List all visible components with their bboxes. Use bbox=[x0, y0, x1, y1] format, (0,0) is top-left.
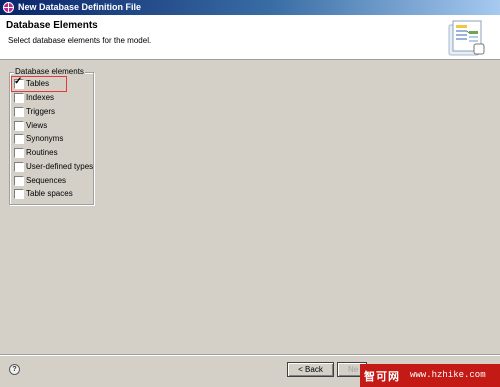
checkbox[interactable]: ✓ bbox=[14, 93, 24, 103]
app-icon bbox=[3, 2, 14, 13]
watermark-banner: 智可网 www.hzhike.com bbox=[360, 364, 500, 387]
checkbox[interactable]: ✓ bbox=[14, 176, 24, 186]
checkbox-item-sequences[interactable]: ✓ Sequences bbox=[13, 175, 91, 187]
checkbox-item-routines[interactable]: ✓ Routines bbox=[13, 147, 91, 159]
checkbox[interactable]: ✓ bbox=[14, 121, 24, 131]
checkbox-label: Triggers bbox=[26, 107, 56, 116]
checkbox[interactable]: ✓ bbox=[14, 107, 24, 117]
checkbox[interactable]: ✓ bbox=[14, 148, 24, 158]
checkbox-label: Synonyms bbox=[26, 134, 64, 143]
checkbox-label: Table spaces bbox=[26, 189, 73, 198]
checkbox[interactable]: ✓ bbox=[14, 162, 24, 172]
back-button[interactable]: < Back bbox=[287, 362, 334, 377]
highlight-annotation bbox=[11, 76, 67, 92]
checkbox[interactable]: ✓ bbox=[14, 134, 24, 144]
wizard-header: Database Elements Select database elemen… bbox=[0, 15, 500, 60]
checkbox-label: Indexes bbox=[26, 93, 55, 102]
checkbox-label: Routines bbox=[26, 148, 58, 157]
watermark-text: 智可网 bbox=[364, 371, 400, 383]
page-description: Select database elements for the model. bbox=[8, 36, 152, 45]
window-titlebar[interactable]: New Database Definition File bbox=[0, 0, 500, 15]
checkbox-item-user-defined-types[interactable]: ✓ User-defined types bbox=[13, 161, 94, 173]
help-icon[interactable]: ? bbox=[9, 364, 20, 375]
checkbox-item-indexes[interactable]: ✓ Indexes bbox=[13, 92, 91, 104]
footer-separator bbox=[0, 354, 500, 356]
checkbox-item-triggers[interactable]: ✓ Triggers bbox=[13, 106, 91, 118]
checkbox-label: User-defined types bbox=[26, 162, 94, 171]
checkbox-label: Sequences bbox=[26, 176, 67, 185]
checkbox-label: Views bbox=[26, 121, 48, 130]
page-title: Database Elements bbox=[6, 20, 98, 31]
checkbox-item-views[interactable]: ✓ Views bbox=[13, 120, 91, 132]
window-title: New Database Definition File bbox=[18, 2, 142, 12]
checkbox-item-table-spaces[interactable]: ✓ Table spaces bbox=[13, 188, 91, 200]
database-wizard-icon bbox=[448, 20, 485, 56]
checkbox[interactable]: ✓ bbox=[14, 189, 24, 199]
group-legend: Database elements bbox=[14, 67, 85, 76]
checkbox-item-synonyms[interactable]: ✓ Synonyms bbox=[13, 133, 91, 145]
watermark-url: www.hzhike.com bbox=[410, 370, 486, 380]
